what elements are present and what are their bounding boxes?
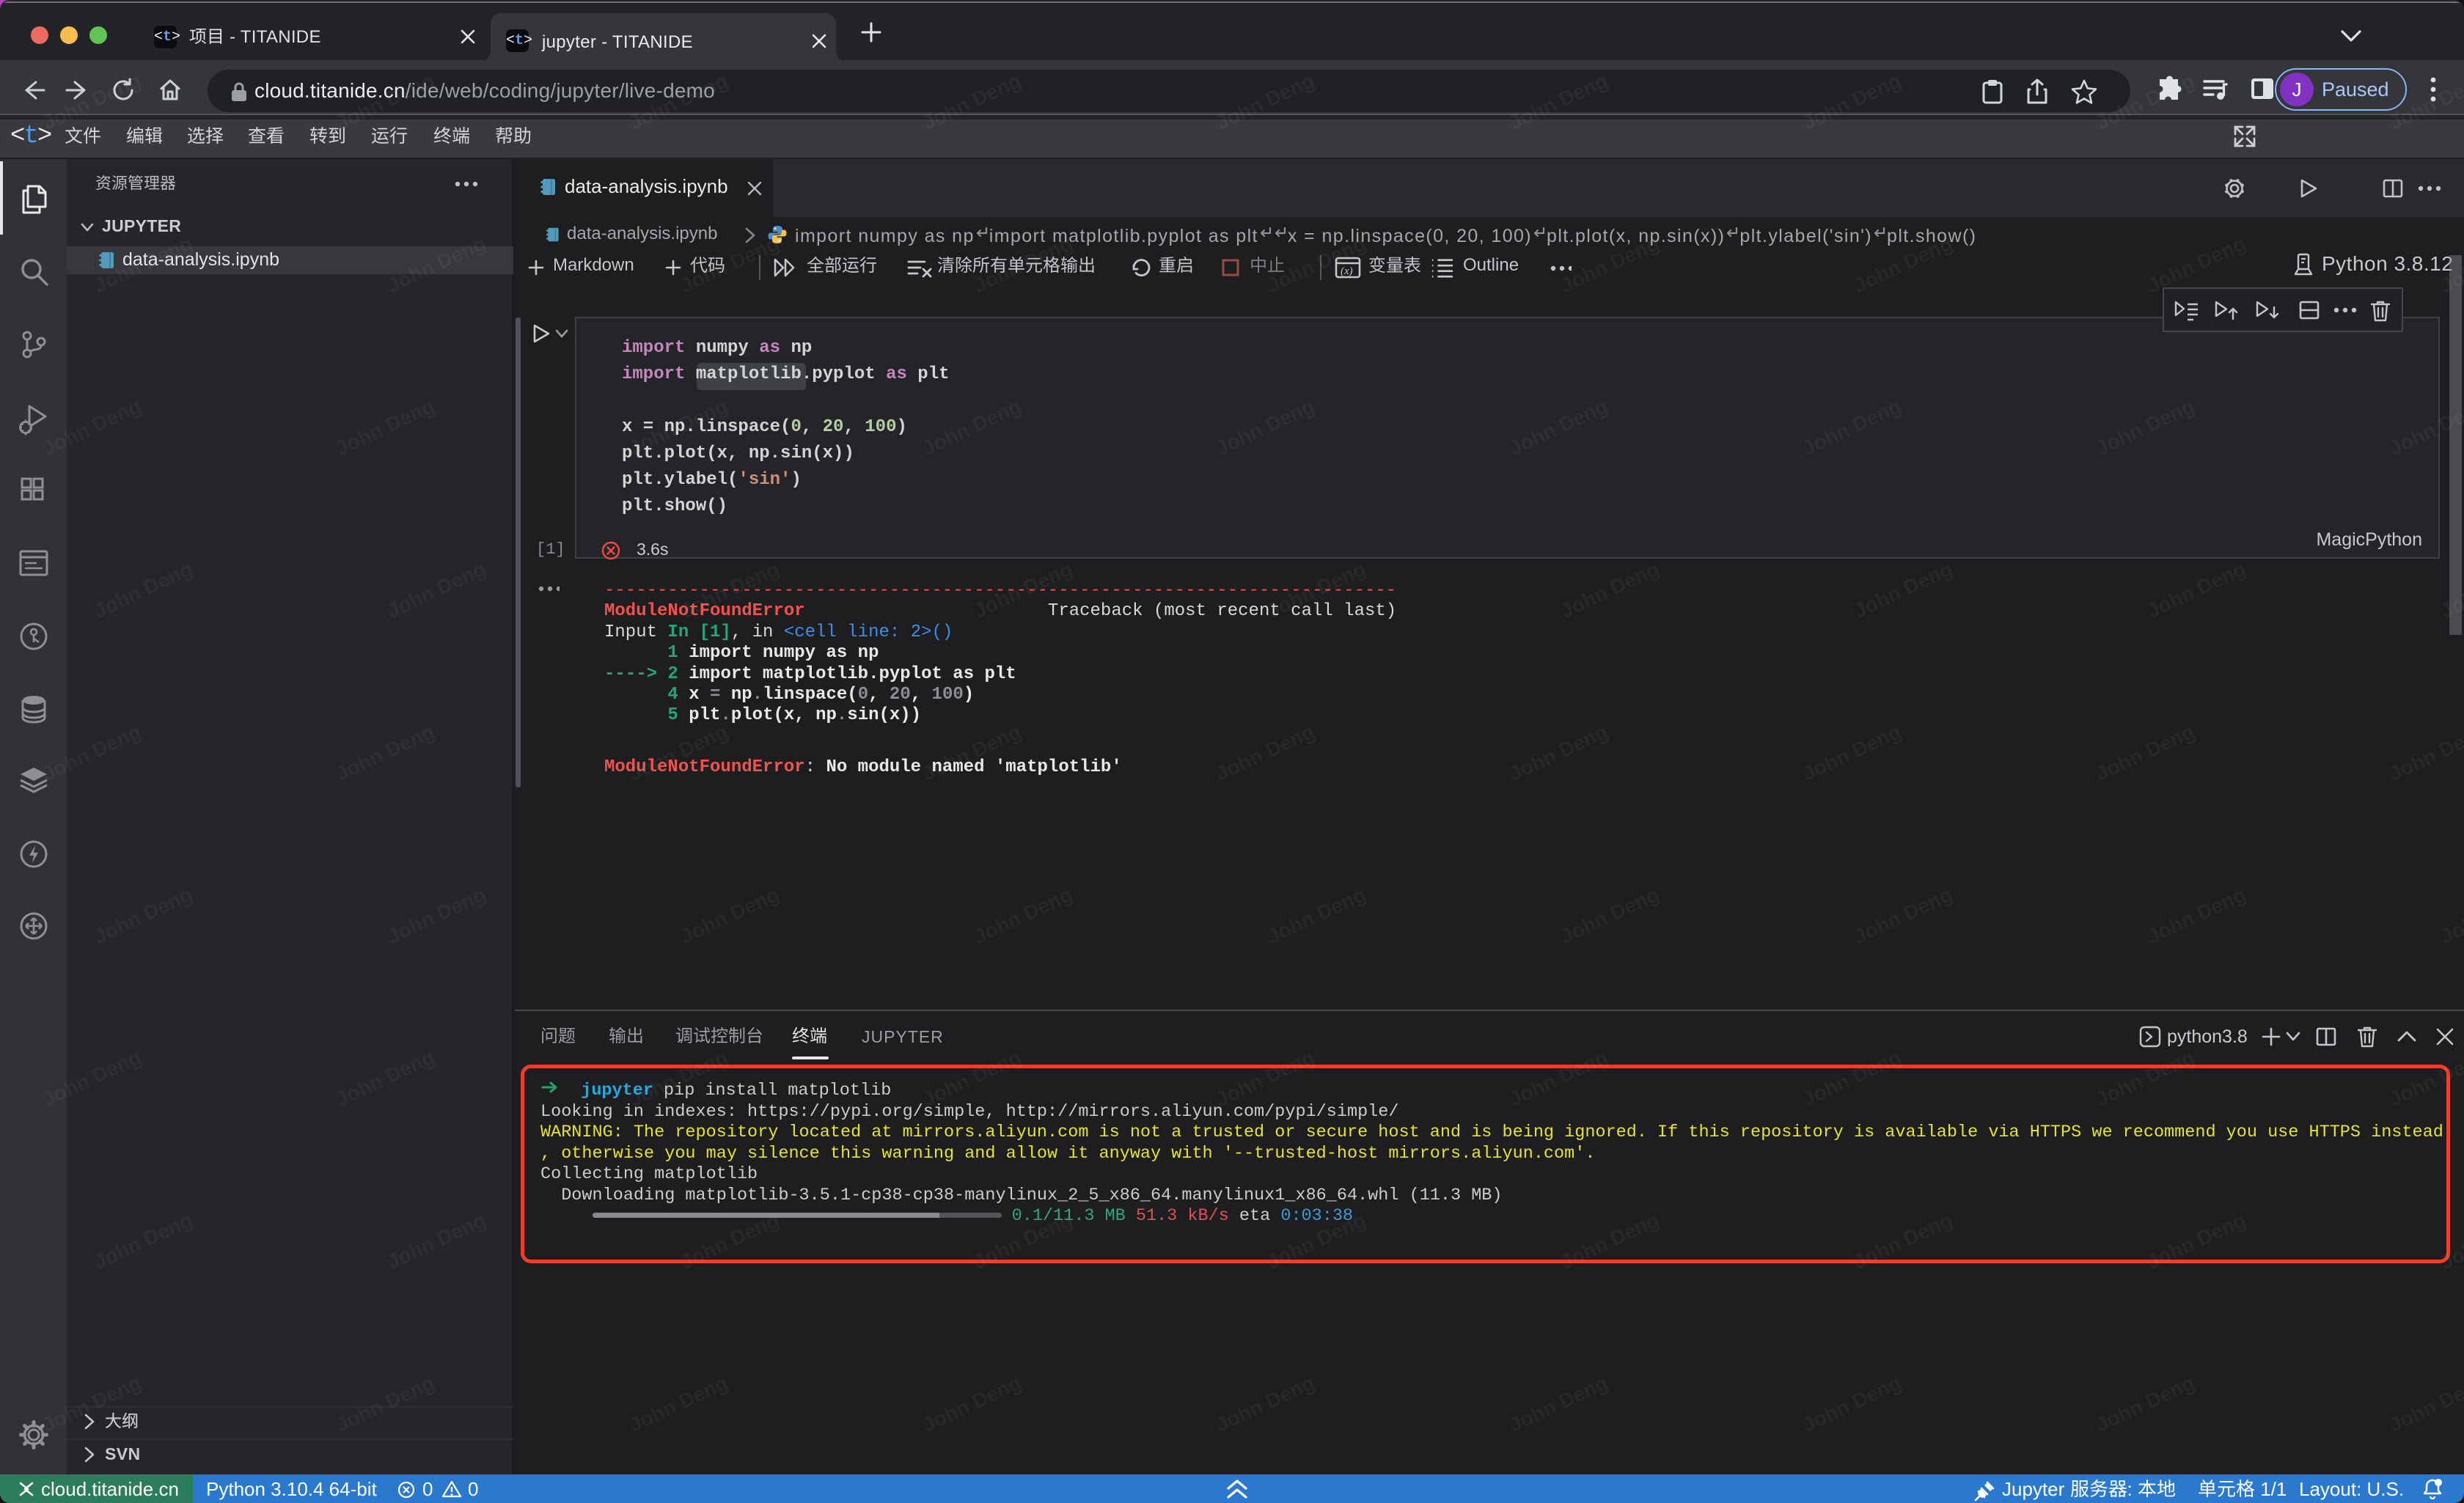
svg-text:(x): (x) — [1341, 265, 1353, 277]
